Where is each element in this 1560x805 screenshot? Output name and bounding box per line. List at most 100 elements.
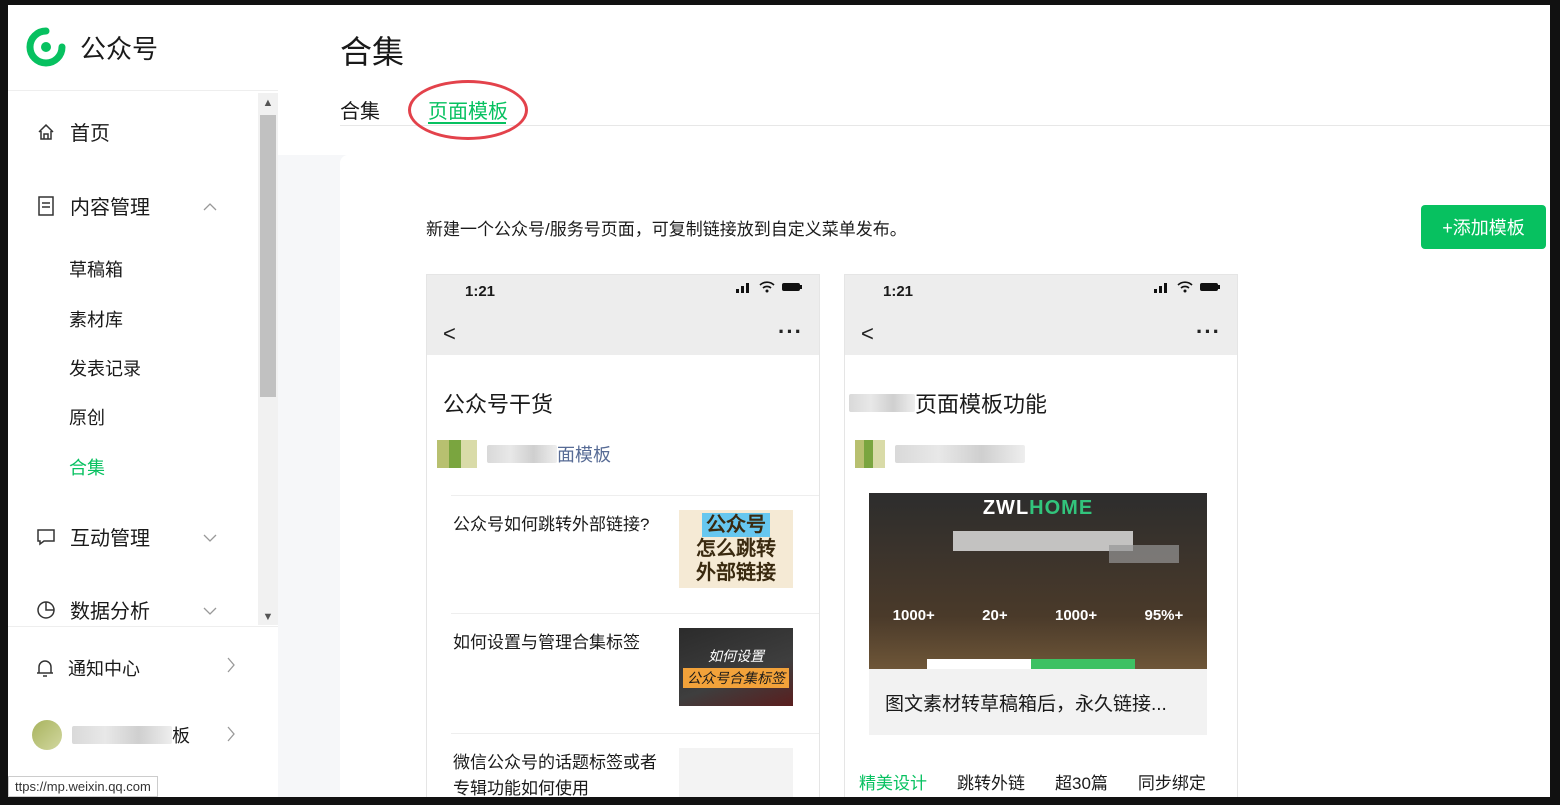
- sidebar-item-interaction[interactable]: 互动管理: [8, 522, 217, 551]
- sidebar: 公众号 首页 内容管理 草稿箱 素材库 发表记录 原创 合集 互动管理 数据分析…: [8, 5, 278, 797]
- chevron-up-icon: [203, 195, 217, 218]
- sidebar-subitem-collections[interactable]: 合集: [69, 454, 105, 480]
- sidebar-item-label: 互动管理: [70, 528, 150, 550]
- sidebar-item-notifications[interactable]: 通知中心: [8, 655, 235, 681]
- banner-buttons: [927, 659, 1135, 669]
- sidebar-item-label: 数据分析: [70, 601, 150, 623]
- tag: 跳转外链: [957, 774, 1025, 793]
- more-icon[interactable]: ···: [778, 319, 803, 345]
- scroll-up-arrow-icon[interactable]: ▲: [260, 95, 276, 111]
- battery-icon: [1200, 283, 1220, 291]
- wechat-mp-logo-icon: [26, 27, 66, 67]
- article-title: 公众号如何跳转外部链接?: [453, 515, 650, 534]
- template-preview-1[interactable]: 1:21 < ··· 公众号干货 面模板 公众号如何跳转外部链接? 公众号 怎么…: [426, 274, 820, 797]
- add-template-button[interactable]: +添加模板: [1421, 205, 1546, 249]
- signal-icon: [1154, 283, 1167, 293]
- feature-tags: 精美设计 跳转外链 超30篇 同步绑定: [859, 769, 1206, 794]
- author-name-suffix: 面模板: [557, 445, 611, 465]
- sidebar-subitem-publish-records[interactable]: 发表记录: [69, 355, 141, 381]
- template-preview-2[interactable]: 1:21 < ··· 页面模板功能 ZWLHOME 1000+ 20+ 1000…: [844, 274, 1238, 797]
- article-title: 微信公众号的话题标签或者专辑功能如何使用: [453, 753, 657, 797]
- template-author: 面模板: [437, 440, 611, 468]
- stat-value: 1000+: [892, 607, 935, 624]
- list-item[interactable]: 微信公众号的话题标签或者专辑功能如何使用: [451, 733, 819, 797]
- article-thumbnail: 公众号 怎么跳转 外部链接: [679, 510, 793, 588]
- redacted-banner-text: [1109, 545, 1179, 563]
- avatar: [32, 720, 62, 750]
- template-title: 公众号干货: [443, 392, 554, 417]
- account-name-suffix: 板: [172, 726, 190, 746]
- scroll-down-arrow-icon[interactable]: ▼: [260, 609, 276, 625]
- sidebar-subitem-original[interactable]: 原创: [69, 404, 105, 430]
- template-banner-image: ZWLHOME 1000+ 20+ 1000+ 95%+: [869, 493, 1207, 669]
- sidebar-item-analytics[interactable]: 数据分析: [8, 595, 217, 624]
- main-header: 合集 合集 页面模板: [278, 5, 1550, 155]
- sidebar-scroll-thumb[interactable]: [260, 115, 276, 397]
- tag: 精美设计: [859, 774, 927, 793]
- brand[interactable]: 公众号: [26, 27, 158, 67]
- sidebar-item-content[interactable]: 内容管理: [8, 191, 217, 220]
- stat-value: 20+: [982, 607, 1008, 624]
- thumb-text: 如何设置: [708, 648, 764, 664]
- list-item[interactable]: 如何设置与管理合集标签 如何设置 公众号合集标签: [451, 613, 819, 734]
- more-icon[interactable]: ···: [1196, 319, 1221, 345]
- phone-status-icons: [735, 281, 803, 293]
- thumb-text: 外部链接: [696, 562, 776, 584]
- back-arrow-icon[interactable]: <: [443, 321, 456, 347]
- status-bar-url: ttps://mp.weixin.qq.com: [8, 776, 158, 797]
- chevron-down-icon: [203, 526, 217, 549]
- avatar: [855, 440, 885, 468]
- phone-header: 1:21 < ···: [427, 275, 819, 355]
- sidebar-item-home[interactable]: 首页: [8, 117, 110, 146]
- thumb-text: 怎么跳转: [696, 538, 776, 560]
- brand-name: 公众号: [80, 33, 159, 64]
- main-area: 合集 合集 页面模板 新建一个公众号/服务号页面，可复制链接放到自定义菜单发布。…: [278, 5, 1550, 797]
- page-title: 合集: [340, 34, 405, 70]
- phone-time: 1:21: [465, 283, 496, 300]
- template-author: [855, 440, 1025, 468]
- tab-collections[interactable]: 合集: [340, 95, 380, 124]
- banner-brand-part: ZWL: [982, 497, 1030, 519]
- tag: 同步绑定: [1137, 774, 1206, 793]
- divider: [8, 90, 278, 91]
- chevron-down-icon: [203, 599, 217, 622]
- redacted-title-prefix: [849, 394, 915, 412]
- avatar: [437, 440, 477, 468]
- chevron-right-icon: [226, 726, 236, 747]
- article-title: 如何设置与管理合集标签: [453, 633, 640, 652]
- article-thumbnail: [679, 748, 793, 797]
- pie-chart-icon: [36, 600, 56, 620]
- sidebar-nav: 首页 内容管理 草稿箱 素材库 发表记录 原创 合集 互动管理 数据分析: [8, 95, 258, 625]
- document-icon: [36, 195, 56, 216]
- stat-value: 1000+: [1054, 607, 1098, 624]
- sidebar-subitem-drafts[interactable]: 草稿箱: [69, 256, 123, 282]
- thumb-text: 公众号合集标签: [683, 668, 789, 688]
- templates-card: 新建一个公众号/服务号页面，可复制链接放到自定义菜单发布。 +添加模板 1:21…: [340, 155, 1550, 797]
- tag: 超30篇: [1055, 774, 1108, 793]
- phone-status-icons: [1153, 281, 1221, 293]
- back-arrow-icon[interactable]: <: [861, 321, 874, 347]
- phone-header: 1:21 < ···: [845, 275, 1237, 355]
- banner-brand: ZWLHOME: [869, 497, 1207, 520]
- title-text: 页面模板功能: [915, 392, 1048, 417]
- phone-time: 1:21: [883, 283, 914, 300]
- chat-icon: [36, 527, 56, 547]
- signal-icon: [736, 283, 749, 293]
- stat-value: 95%+: [1144, 607, 1184, 624]
- sidebar-account[interactable]: 板: [8, 720, 235, 750]
- redacted-banner-text: [953, 531, 1133, 551]
- chevron-right-icon: [226, 657, 236, 678]
- sidebar-item-label: 通知中心: [68, 659, 140, 679]
- wifi-icon: [1177, 281, 1193, 293]
- sidebar-item-label: 首页: [70, 123, 110, 145]
- home-icon: [36, 122, 56, 142]
- article-thumbnail: 如何设置 公众号合集标签: [679, 628, 793, 706]
- bell-icon: [36, 658, 54, 678]
- list-item[interactable]: 公众号如何跳转外部链接? 公众号 怎么跳转 外部链接: [451, 495, 819, 614]
- battery-icon: [782, 283, 802, 291]
- banner-brand-part: HOME: [1029, 497, 1094, 519]
- sidebar-item-label: 内容管理: [70, 197, 150, 219]
- tabs-divider: [340, 125, 1550, 126]
- annotation-circle: [408, 80, 528, 140]
- sidebar-subitem-materials[interactable]: 素材库: [69, 306, 123, 332]
